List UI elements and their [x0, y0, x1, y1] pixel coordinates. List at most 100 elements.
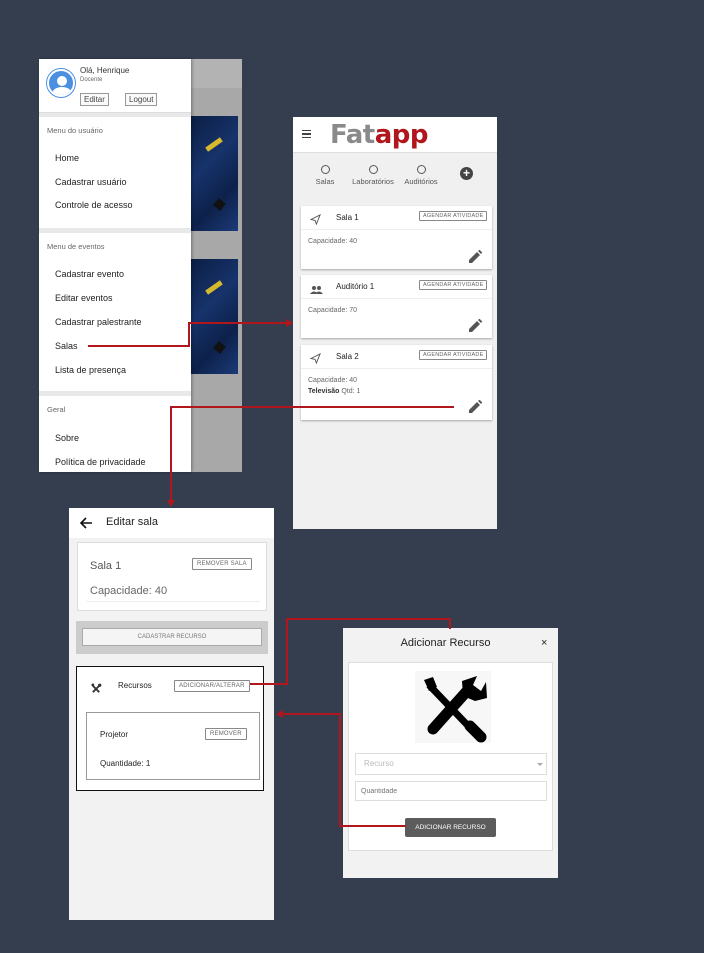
room-name: Sala 1: [90, 560, 122, 572]
tools-icon: [415, 671, 491, 743]
menu-item-privacy-policy[interactable]: Política de privacidade: [55, 457, 146, 467]
menu-item-register-event[interactable]: Cadastrar evento: [55, 269, 124, 279]
flow-connector: [170, 406, 172, 501]
flow-connector: [171, 406, 454, 408]
edit-profile-button[interactable]: Editar: [80, 93, 109, 106]
arrow-head-icon: [276, 710, 283, 718]
flow-connector: [250, 683, 288, 685]
add-circle-icon[interactable]: +: [460, 167, 473, 180]
resources-section: Recursos ADICIONAR/ALTERAR Projetor REMO…: [76, 666, 264, 791]
remove-resource-button[interactable]: REMOVER: [205, 728, 247, 740]
navigation-drawer: Olá, Henrique Docente Editar Logout Menu…: [39, 59, 191, 472]
room-capacity: Capacidade: 40: [308, 238, 358, 245]
background-event-image: [191, 116, 238, 231]
quantity-input[interactable]: [355, 781, 547, 801]
room-capacity: Capacidade: 40: [308, 377, 358, 384]
flow-connector: [286, 618, 451, 620]
tools-icon: [91, 681, 102, 699]
filter-salas[interactable]: Salas: [313, 165, 337, 186]
filter-auditorios[interactable]: Auditórios: [401, 165, 441, 186]
room-card: Auditório 1 AGENDAR ATIVIDADE Capacidade…: [301, 275, 492, 338]
user-greeting: Olá, Henrique: [80, 66, 130, 75]
user-role: Docente: [80, 77, 103, 83]
user-menu-section-title: Menu do usuário: [47, 126, 103, 135]
resource-select[interactable]: Recurso: [355, 753, 547, 775]
room-name: Auditório 1: [336, 282, 375, 291]
drawer-screen: Olá, Henrique Docente Editar Logout Menu…: [39, 59, 242, 472]
close-icon[interactable]: ×: [541, 637, 547, 649]
flow-connector: [449, 618, 451, 629]
room-card: Sala 1 AGENDAR ATIVIDADE Capacidade: 40: [301, 206, 492, 269]
register-resource-button[interactable]: CADASTRAR RECURSO: [82, 628, 262, 646]
edit-pencil-icon[interactable]: [467, 399, 483, 420]
divider: [39, 228, 191, 233]
add-resource-dialog: Adicionar Recurso × Recurso ADICIONAR RE…: [343, 628, 558, 878]
room-capacity: Capacidade: 40: [90, 585, 168, 597]
app-bar: Editar sala: [69, 508, 274, 538]
resource-select-placeholder: Recurso: [364, 759, 394, 768]
dialog-body: Recurso ADICIONAR RECURSO: [348, 662, 553, 851]
resource-item-card: Projetor REMOVER Quantidade: 1: [86, 712, 260, 780]
room-name: Sala 2: [336, 352, 359, 361]
arrow-head-icon: [286, 319, 293, 327]
room-capacity: Capacidade: 70: [308, 307, 358, 314]
background-event-image: [191, 259, 238, 374]
remove-room-button[interactable]: REMOVER SALA: [192, 558, 252, 570]
schedule-activity-button[interactable]: AGENDAR ATIVIDADE: [419, 350, 488, 360]
flow-connector: [339, 713, 341, 827]
menu-item-home[interactable]: Home: [55, 153, 79, 163]
edit-room-screen: Editar sala Sala 1 REMOVER SALA Capacida…: [69, 508, 274, 920]
page-title: Editar sala: [106, 516, 158, 528]
resource-quantity: Quantidade: 1: [100, 759, 151, 768]
room-resource-qty: Qtd: 1: [341, 388, 361, 395]
flow-connector: [188, 322, 287, 324]
arrow-head-icon: [167, 500, 175, 507]
divider: [39, 391, 191, 396]
rooms-screen: Fatapp Salas Laboratórios Auditórios + S…: [293, 117, 497, 529]
filter-label: Laboratórios: [352, 177, 394, 186]
menu-item-edit-events[interactable]: Editar eventos: [55, 293, 113, 303]
edit-pencil-icon[interactable]: [467, 318, 483, 339]
events-menu-section-title: Menu de eventos: [47, 242, 105, 251]
logo-part-fat: Fat: [330, 120, 375, 150]
hamburger-menu-icon[interactable]: [302, 130, 311, 138]
filter-label: Auditórios: [404, 177, 438, 186]
filter-bar: Salas Laboratórios Auditórios +: [293, 162, 497, 192]
logo-part-app: app: [374, 120, 429, 150]
menu-item-attendance-list[interactable]: Lista de presença: [55, 365, 126, 375]
add-resource-submit-button[interactable]: ADICIONAR RECURSO: [405, 818, 496, 837]
schedule-activity-button[interactable]: AGENDAR ATIVIDADE: [419, 211, 488, 221]
user-header: Olá, Henrique Docente Editar Logout: [39, 59, 191, 113]
avatar: [47, 69, 75, 97]
room-name: Sala 1: [336, 213, 359, 222]
app-logo: Fatapp: [330, 119, 429, 151]
menu-item-rooms[interactable]: Salas: [55, 341, 78, 351]
flow-connector: [286, 619, 288, 685]
register-resource-bar: CADASTRAR RECURSO: [76, 621, 268, 654]
menu-item-register-user[interactable]: Cadastrar usuário: [55, 177, 127, 187]
filter-label: Salas: [315, 177, 335, 186]
back-arrow-icon[interactable]: [79, 516, 93, 534]
flow-connector: [283, 713, 341, 715]
menu-item-access-control[interactable]: Controle de acesso: [55, 200, 133, 210]
filter-laboratorios[interactable]: Laboratórios: [348, 165, 398, 186]
dialog-title: Adicionar Recurso: [400, 637, 491, 649]
menu-item-register-speaker[interactable]: Cadastrar palestrante: [55, 317, 142, 327]
add-alter-resource-button[interactable]: ADICIONAR/ALTERAR: [174, 680, 250, 692]
chevron-down-icon: [537, 763, 543, 766]
app-bar: Fatapp: [293, 117, 497, 153]
flow-connector: [88, 345, 190, 347]
resources-label: Recursos: [118, 681, 152, 690]
logout-button[interactable]: Logout: [125, 93, 158, 106]
schedule-activity-button[interactable]: AGENDAR ATIVIDADE: [419, 280, 488, 290]
send-icon: [309, 351, 321, 369]
menu-item-about[interactable]: Sobre: [55, 433, 79, 443]
flow-connector: [188, 322, 190, 347]
edit-pencil-icon[interactable]: [467, 249, 483, 270]
room-resource: Televisão Qtd: 1: [308, 388, 360, 395]
room-card: Sala 2 AGENDAR ATIVIDADE Capacidade: 40 …: [301, 345, 492, 420]
flow-connector: [340, 825, 406, 827]
resource-name: Projetor: [100, 730, 129, 739]
background-page-header: [191, 59, 242, 88]
room-resource-name: Televisão: [308, 388, 340, 395]
